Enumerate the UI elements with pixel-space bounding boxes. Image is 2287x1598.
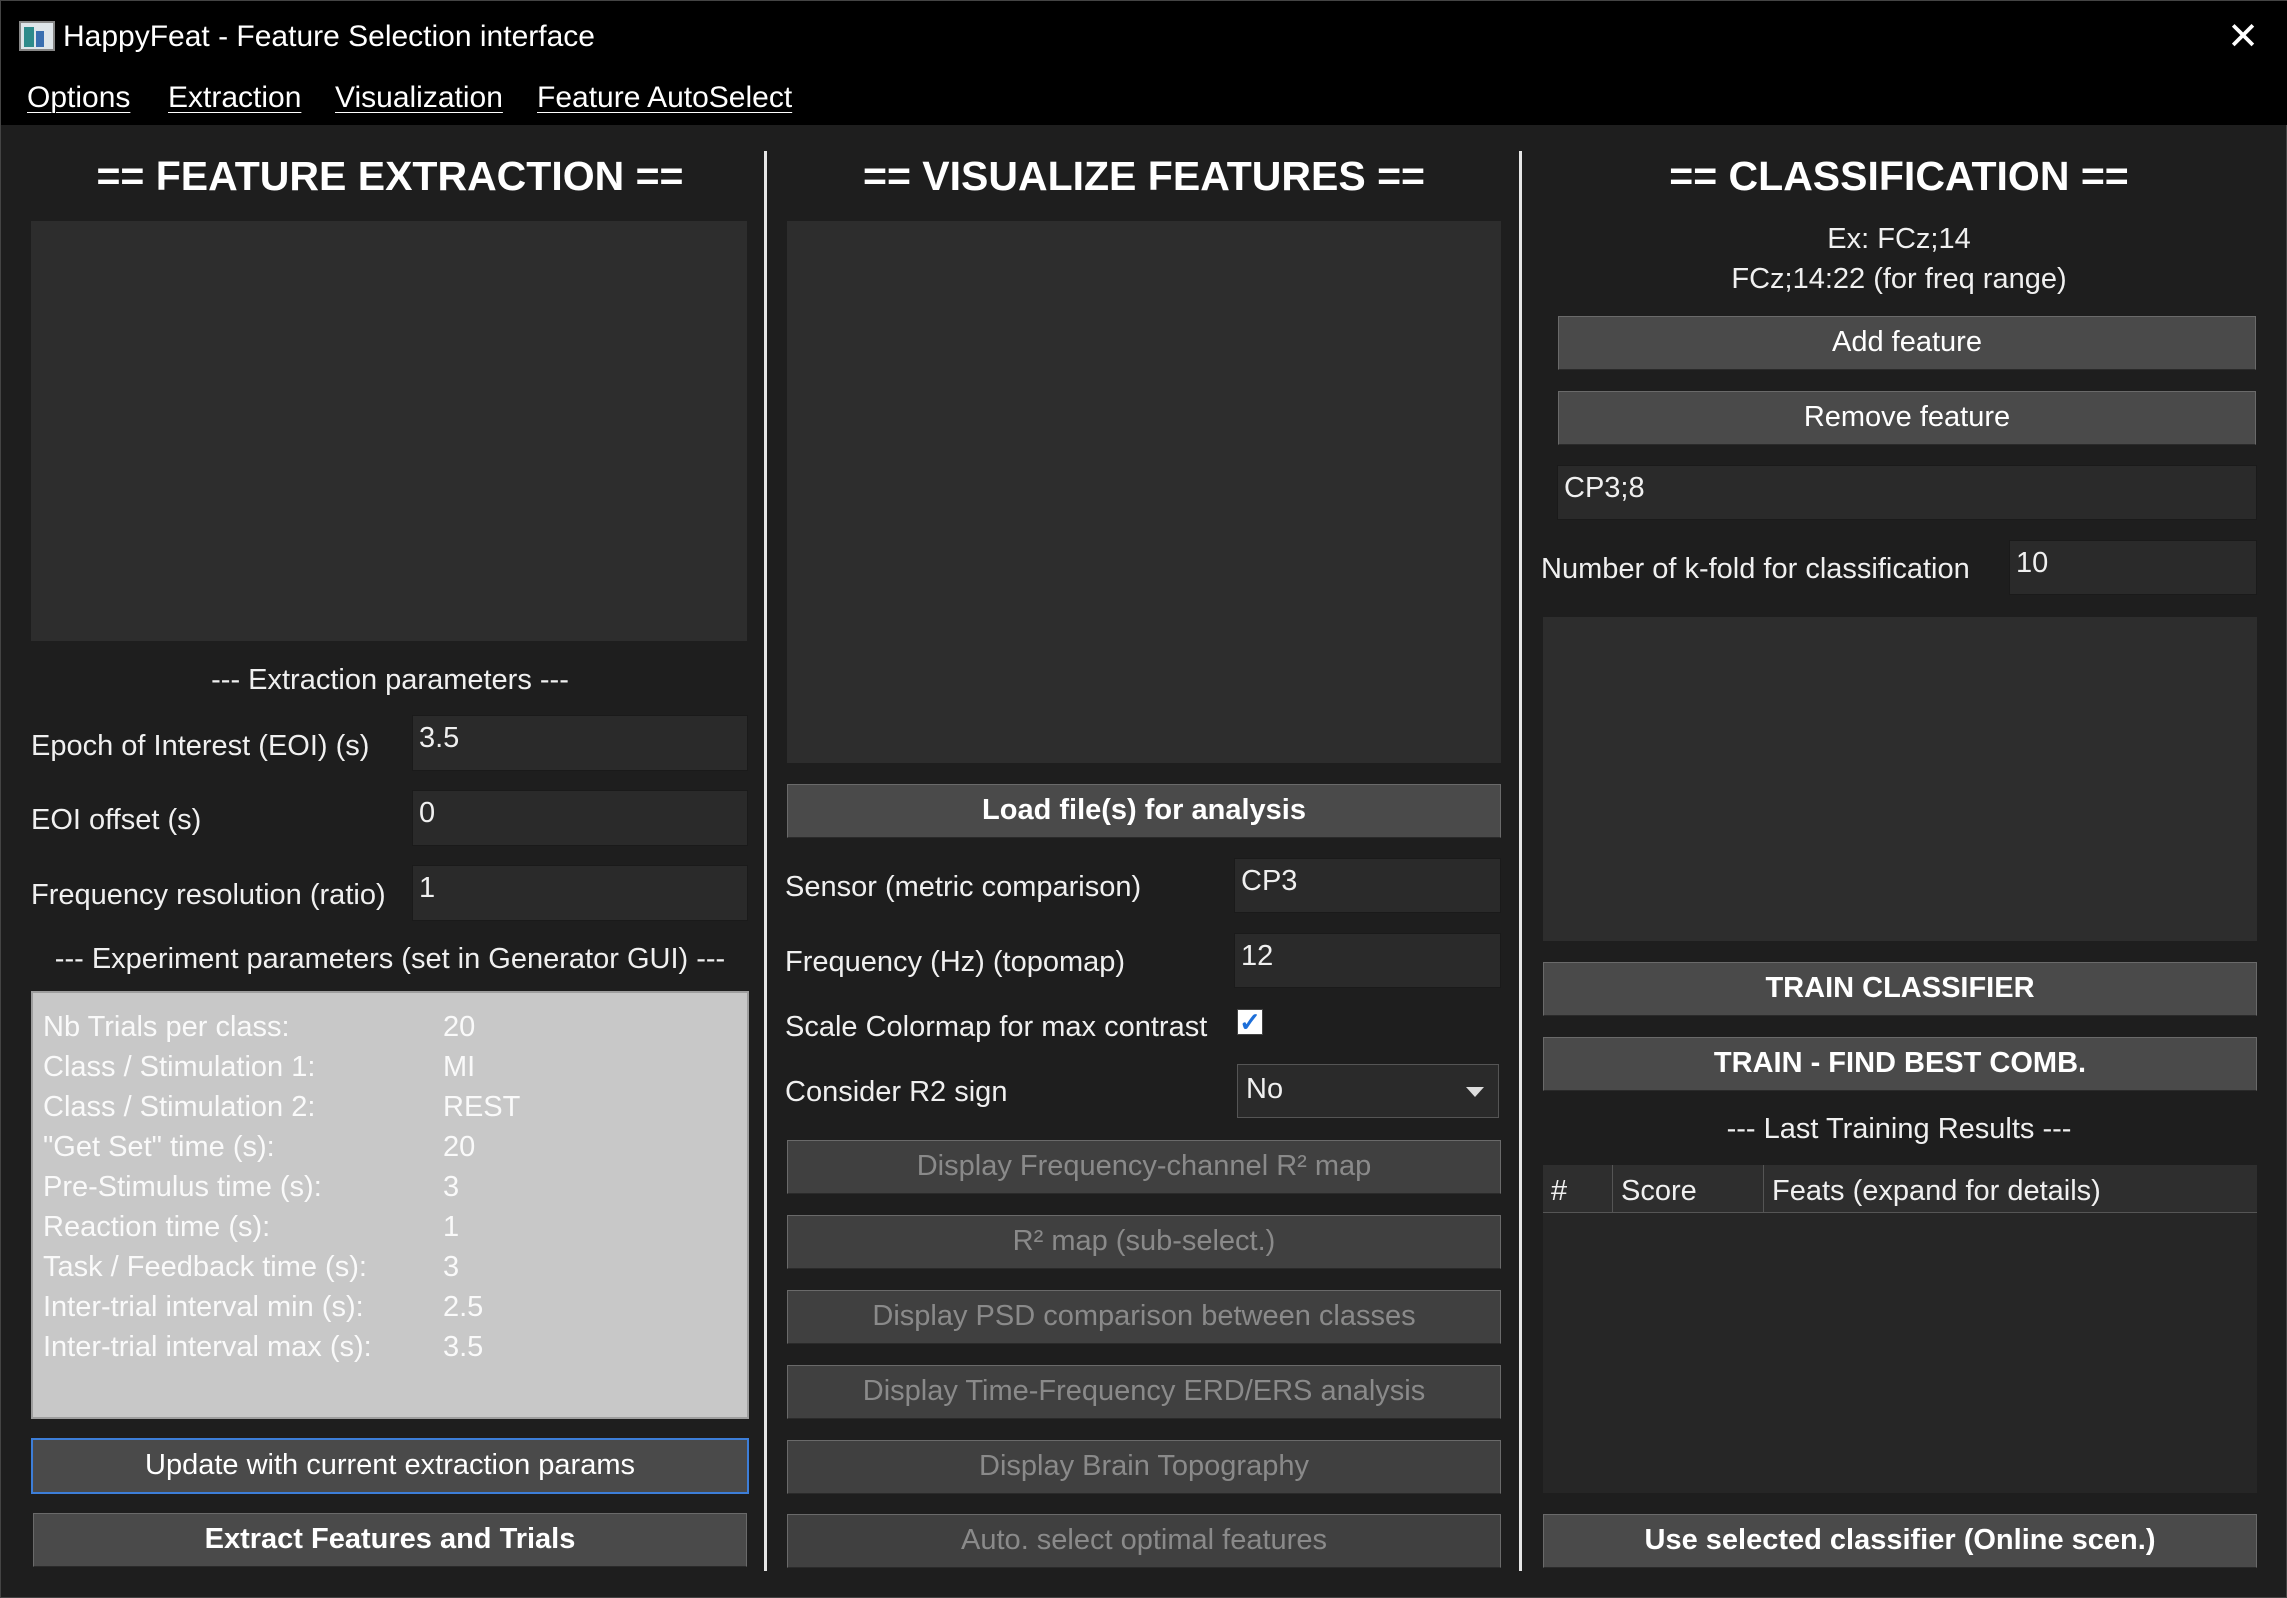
exp-value: 3: [443, 1251, 460, 1283]
feature-extraction-heading: == FEATURE EXTRACTION ==: [96, 153, 684, 199]
menu-extraction[interactable]: Extraction: [168, 81, 301, 115]
train-classifier-button[interactable]: TRAIN CLASSIFIER: [1543, 962, 2257, 1016]
chevron-down-icon: [1466, 1087, 1484, 1097]
exp-label: Nb Trials per class:: [43, 1011, 290, 1043]
psd-comparison-button[interactable]: Display PSD comparison between classes: [787, 1290, 1501, 1344]
add-feature-button[interactable]: Add feature: [1558, 316, 2256, 370]
exp-value: 3.5: [443, 1331, 484, 1363]
column-header-feats[interactable]: Feats (expand for details): [1764, 1165, 2257, 1213]
freq-resolution-label: Frequency resolution (ratio): [31, 879, 386, 911]
column-divider: [764, 151, 767, 1571]
exp-value: REST: [443, 1091, 521, 1123]
kfold-label: Number of k-fold for classification: [1541, 553, 1970, 585]
exp-value: MI: [443, 1051, 476, 1083]
freq-channel-r2-map-button[interactable]: Display Frequency-channel R² map: [787, 1140, 1501, 1194]
exp-value: 3: [443, 1171, 460, 1203]
kfold-input[interactable]: 10: [2009, 540, 2257, 595]
exp-label: Task / Feedback time (s):: [43, 1251, 367, 1283]
column-header-index[interactable]: #: [1543, 1165, 1613, 1213]
brain-topography-button[interactable]: Display Brain Topography: [787, 1440, 1501, 1494]
eoi-offset-input[interactable]: 0: [412, 790, 748, 846]
experiment-params-header: --- Experiment parameters (set in Genera…: [54, 943, 726, 975]
window-title: HappyFeat - Feature Selection interface: [63, 20, 595, 53]
r2-map-subselect-button[interactable]: R² map (sub-select.): [787, 1215, 1501, 1269]
exp-value: 20: [443, 1131, 476, 1163]
sensor-input[interactable]: CP3: [1234, 858, 1501, 913]
main-window: HappyFeat - Feature Selection interface …: [0, 0, 2287, 1598]
column-divider: [1519, 151, 1522, 1571]
r2-sign-select[interactable]: No: [1237, 1064, 1499, 1118]
feature-hint-2: FCz;14:22 (for freq range): [1731, 263, 2067, 295]
feature-hint-1: Ex: FCz;14: [1827, 223, 1971, 255]
menu-options[interactable]: Options: [27, 81, 130, 115]
exp-label: Class / Stimulation 1:: [43, 1051, 316, 1083]
visualize-features-heading: == VISUALIZE FEATURES ==: [863, 153, 1425, 199]
train-best-comb-button[interactable]: TRAIN - FIND BEST COMB.: [1543, 1037, 2257, 1091]
exp-label: Class / Stimulation 2:: [43, 1091, 316, 1123]
training-results-table[interactable]: # Score Feats (expand for details): [1543, 1165, 2257, 1493]
frequency-input[interactable]: 12: [1234, 933, 1501, 988]
exp-label: Inter-trial interval min (s):: [43, 1291, 364, 1323]
exp-value: 1: [443, 1211, 460, 1243]
remove-feature-button[interactable]: Remove feature: [1558, 391, 2256, 445]
menu-bar: Options Extraction Visualization Feature…: [1, 73, 2287, 125]
experiment-params-box: Nb Trials per class: 20 Class / Stimulat…: [31, 991, 749, 1419]
training-results-header: --- Last Training Results ---: [1726, 1113, 2072, 1145]
update-params-button[interactable]: Update with current extraction params: [31, 1438, 749, 1494]
exp-value: 2.5: [443, 1291, 484, 1323]
app-logo-icon: [19, 21, 55, 51]
exp-label: "Get Set" time (s):: [43, 1131, 275, 1163]
load-files-button[interactable]: Load file(s) for analysis: [787, 784, 1501, 838]
scale-colormap-label: Scale Colormap for max contrast: [785, 1011, 1208, 1043]
feature-input[interactable]: CP3;8: [1557, 465, 2257, 520]
frequency-label: Frequency (Hz) (topomap): [785, 946, 1126, 978]
extract-features-button[interactable]: Extract Features and Trials: [33, 1513, 747, 1567]
r2-sign-value: No: [1246, 1073, 1284, 1105]
menu-visualization[interactable]: Visualization: [335, 81, 503, 115]
use-classifier-button[interactable]: Use selected classifier (Online scen.): [1543, 1514, 2257, 1568]
extraction-files-list[interactable]: [31, 221, 747, 641]
r2-sign-label: Consider R2 sign: [785, 1076, 1008, 1108]
eoi-input[interactable]: 3.5: [412, 715, 748, 771]
title-bar: HappyFeat - Feature Selection interface …: [1, 1, 2287, 73]
visualize-files-list[interactable]: [787, 221, 1501, 763]
close-icon[interactable]: ✕: [2221, 15, 2265, 59]
eoi-label: Epoch of Interest (EOI) (s): [31, 730, 370, 762]
column-header-score[interactable]: Score: [1613, 1165, 1764, 1213]
eoi-offset-label: EOI offset (s): [31, 804, 202, 836]
classification-log-area: [1543, 617, 2257, 941]
extraction-params-header: --- Extraction parameters ---: [211, 664, 569, 696]
exp-label: Reaction time (s):: [43, 1211, 271, 1243]
menu-feature-autoselect[interactable]: Feature AutoSelect: [537, 81, 792, 115]
scale-colormap-checkbox[interactable]: ✓: [1237, 1009, 1263, 1035]
sensor-label: Sensor (metric comparison): [785, 871, 1142, 903]
freq-resolution-input[interactable]: 1: [412, 865, 748, 921]
time-frequency-button[interactable]: Display Time-Frequency ERD/ERS analysis: [787, 1365, 1501, 1419]
exp-label: Pre-Stimulus time (s):: [43, 1171, 322, 1203]
auto-select-features-button[interactable]: Auto. select optimal features: [787, 1514, 1501, 1568]
classification-heading: == CLASSIFICATION ==: [1669, 153, 2129, 199]
exp-label: Inter-trial interval max (s):: [43, 1331, 372, 1363]
exp-value: 20: [443, 1011, 476, 1043]
